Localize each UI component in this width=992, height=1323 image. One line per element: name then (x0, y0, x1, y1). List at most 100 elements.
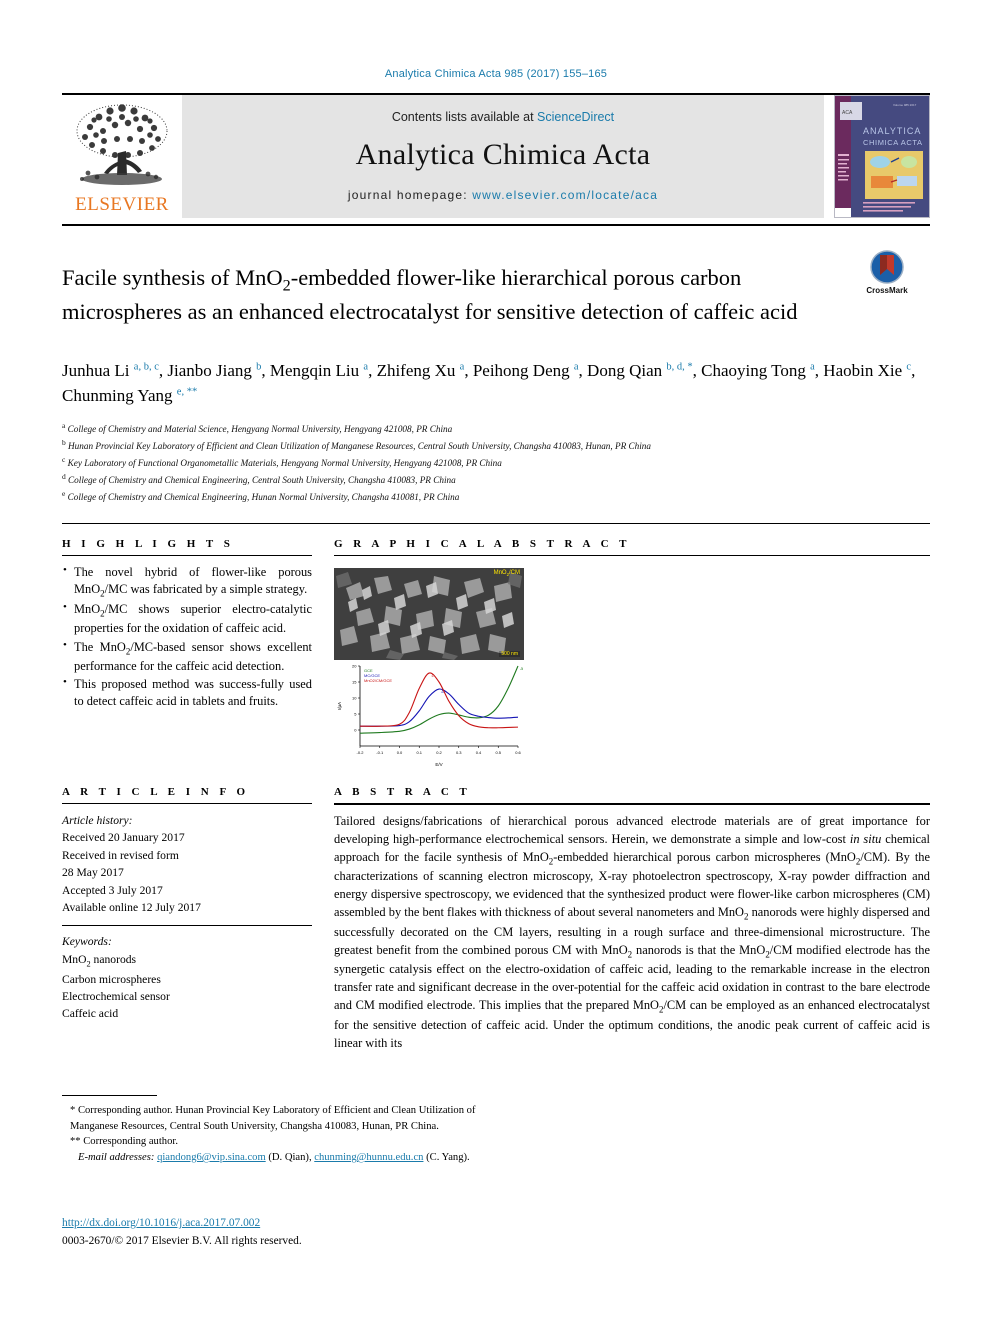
contents-available-line: Contents lists available at ScienceDirec… (392, 110, 614, 124)
author-affiliation-mark: a (363, 361, 369, 373)
graphical-abstract-heading: G R A P H I C A L A B S T R A C T (334, 538, 631, 551)
copyright-line: 0003-2670/© 2017 Elsevier B.V. All right… (62, 1234, 302, 1247)
email-addresses: E-mail addresses: qiandong6@vip.sina.com… (78, 1150, 482, 1166)
highlights-graphical-row: H I G H L I G H T S The novel hybrid of … (62, 524, 930, 769)
affiliation-list: a College of Chemistry and Material Scie… (62, 420, 930, 505)
keywords-label: Keywords: (62, 935, 112, 949)
svg-text:0.2: 0.2 (436, 750, 442, 755)
cover-artwork: ACA Volume 985 2017 ANALYTICA CHIMICA AC… (835, 96, 929, 217)
author: Mengqin Liu a (269, 360, 369, 380)
author-affiliation-mark: a (459, 361, 465, 373)
highlights-column: H I G H L I G H T S The novel hybrid of … (62, 538, 312, 768)
svg-text:I/µA: I/µA (337, 702, 342, 710)
affiliation-mark: d (62, 472, 66, 482)
keyword-item: MnO2 nanorods (62, 952, 137, 969)
affiliation-mark: c (62, 455, 66, 465)
abstract-heading: A B S T R A C T (334, 786, 471, 799)
abstract-rule (334, 803, 930, 806)
author-affiliation-mark: e, ** (176, 385, 198, 397)
author: Chunming Yang e, ** (62, 385, 198, 405)
svg-text:MnO2/CM/GCE: MnO2/CM/GCE (364, 678, 392, 683)
page-title: Facile synthesis of MnO2-embedded flower… (62, 265, 798, 324)
author: Peihong Deng a (472, 360, 579, 380)
author: Jianbo Jiang b (167, 360, 262, 380)
sciencedirect-link[interactable]: ScienceDirect (537, 110, 614, 124)
corresponding-author-1: * Corresponding author. Hunan Provincial… (70, 1105, 476, 1132)
article-info-rule (62, 803, 312, 805)
email-link-yang[interactable]: chunming@hunnu.edu.cn (314, 1152, 423, 1163)
highlights-list: The novel hybrid of flower-like porous M… (62, 563, 312, 711)
history-item: Received in revised form (62, 848, 179, 862)
contents-prefix: Contents lists available at (391, 109, 538, 124)
keyword-item: Caffeic acid (62, 1007, 119, 1021)
svg-text:E/V: E/V (435, 762, 442, 767)
homepage-prefix: journal homepage: (347, 187, 473, 202)
sem-image (334, 568, 524, 661)
affiliation-item: c Key Laboratory of Functional Organomet… (62, 455, 502, 469)
crossmark-icon (870, 250, 904, 284)
author: Dong Qian b, d, * (587, 360, 693, 380)
abstract-text: Tailored designs/fabrications of hierarc… (334, 814, 930, 1050)
author: Junhua Li a, b, c (62, 360, 159, 380)
journal-masthead: ELSEVIER Contents lists available at Sci… (62, 95, 930, 218)
footnote-rule (62, 1095, 157, 1096)
paper-page: Analytica Chimica Acta 985 (2017) 155–16… (0, 0, 992, 1323)
graphical-abstract-column: G R A P H I C A L A B S T R A C T MnO2/C… (334, 538, 930, 769)
svg-text:Volume 985 2017: Volume 985 2017 (893, 103, 917, 107)
footnotes-block: * Corresponding author. Hunan Provincial… (62, 1095, 482, 1166)
affiliation-mark: a (62, 421, 66, 431)
svg-text:0.4: 0.4 (476, 750, 482, 755)
affiliation-mark: e (62, 489, 66, 499)
author-affiliation-mark: a (573, 361, 579, 373)
email-label: E-mail addresses: (78, 1152, 155, 1164)
sem-micrograph: MnO2/CM 500 nm (334, 568, 524, 661)
journal-cover-thumbnail[interactable]: ACA Volume 985 2017 ANALYTICA CHIMICA AC… (834, 95, 930, 218)
author-affiliation-mark: a (810, 361, 815, 373)
doi-block: http://dx.doi.org/10.1016/j.aca.2017.07.… (62, 1215, 302, 1250)
corresponding-author-2: ** Corresponding author. (70, 1136, 178, 1148)
history-item: Received 20 January 2017 (62, 831, 185, 845)
email-owner-yang: (C. Yang). (426, 1152, 470, 1164)
svg-text:10: 10 (352, 696, 357, 701)
keywords-rule (62, 925, 312, 927)
article-history-block: Article history: Received 20 January 201… (62, 812, 312, 916)
journal-homepage-link[interactable]: www.elsevier.com/locate/aca (472, 188, 658, 202)
svg-text:-0.1: -0.1 (376, 750, 384, 755)
journal-band: Contents lists available at ScienceDirec… (182, 95, 824, 218)
elsevier-logo: ELSEVIER (62, 95, 182, 218)
keyword-item: Carbon microspheres (62, 972, 161, 986)
svg-text:0.0: 0.0 (397, 750, 403, 755)
email-link-qian[interactable]: qiandong6@vip.sina.com (157, 1152, 266, 1163)
article-info-heading: A R T I C L E I N F O (62, 786, 250, 799)
sem-scale-bar-label: 500 nm (499, 651, 520, 658)
highlights-rule (62, 555, 312, 557)
sem-label: MnO2/CM (493, 570, 520, 578)
svg-text:15: 15 (352, 680, 357, 685)
journal-title: Analytica Chimica Acta (355, 137, 651, 171)
author-list: Junhua Li a, b, c, Jianbo Jiang b, Mengq… (62, 360, 916, 405)
svg-text:20: 20 (352, 664, 357, 669)
keywords-block: Keywords: MnO2 nanorods Carbon microspher… (62, 933, 312, 1022)
article-history-label: Article history: (62, 814, 133, 828)
author: Haobin Xie c (823, 360, 912, 380)
svg-text:0.6: 0.6 (515, 750, 521, 755)
crossmark-label: CrossMark (866, 286, 908, 295)
affiliation-item: d College of Chemistry and Chemical Engi… (62, 472, 456, 486)
abstract-column: A B S T R A C T Tailored designs/fabrica… (334, 786, 930, 1052)
svg-text:CHIMICA ACTA: CHIMICA ACTA (863, 138, 923, 147)
title-area: Facile synthesis of MnO2-embedded flower… (62, 226, 930, 341)
affiliation-mark: b (62, 438, 66, 448)
elsevier-tree-icon (76, 104, 168, 185)
running-head: Analytica Chimica Acta 985 (2017) 155–16… (384, 68, 608, 80)
article-info-column: A R T I C L E I N F O Article history: R… (62, 786, 312, 1052)
info-abstract-row: A R T I C L E I N F O Article history: R… (62, 768, 930, 1052)
crossmark-badge[interactable]: CrossMark (844, 248, 930, 295)
highlight-item: The novel hybrid of flower-like porous M… (62, 563, 312, 600)
doi-link[interactable]: http://dx.doi.org/10.1016/j.aca.2017.07.… (62, 1217, 260, 1229)
elsevier-wordmark: ELSEVIER (75, 194, 169, 215)
voltammogram-chart: -0.2 -0.1 0.0 0.1 0.2 0.3 0.4 0.5 0.605101520E/V… (334, 660, 524, 769)
latin-phrase: in situ (849, 832, 882, 847)
affiliation-item: b Hunan Provincial Key Laboratory of Eff… (62, 438, 651, 452)
keywords-list: MnO2 nanorods Carbon microspheres Electroc… (62, 951, 312, 1023)
author: Zhifeng Xu a (376, 360, 465, 380)
